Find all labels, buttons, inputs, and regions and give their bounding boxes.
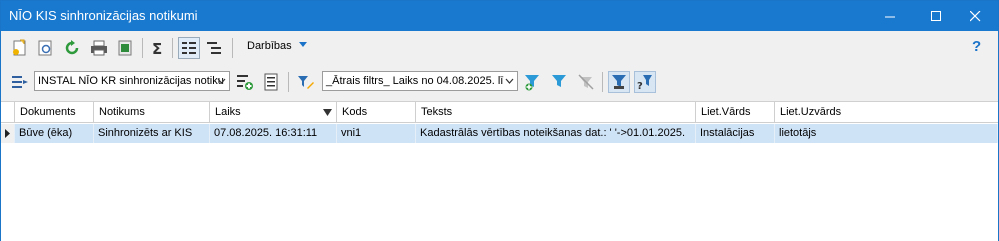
events-grid: Dokuments Notikums Laiks Kods Teksts Lie… xyxy=(1,101,998,241)
minimize-button[interactable] xyxy=(867,1,913,31)
add-view-button[interactable] xyxy=(235,72,255,92)
cell-notikums[interactable]: Sinhronizēts ar KIS xyxy=(94,124,210,143)
view-select[interactable]: INSTAL NĪO KR sinhronizācijas notiku xyxy=(34,71,230,91)
apply-filter-button[interactable] xyxy=(550,72,570,92)
main-toolbar: Σ Darbības ? xyxy=(1,32,998,64)
column-header-liet-vards[interactable]: Liet.Vārds xyxy=(696,102,775,123)
column-header-dokuments[interactable]: Dokuments xyxy=(15,102,94,123)
view-list-icon xyxy=(12,76,28,88)
user-filter-icon xyxy=(612,75,626,89)
close-button[interactable] xyxy=(952,1,998,31)
preview-button[interactable] xyxy=(36,38,56,58)
close-icon xyxy=(969,10,980,21)
svg-text:Σ: Σ xyxy=(152,40,162,57)
cell-teksts[interactable]: Kadastrālās vērtības noteikšanas dat.: '… xyxy=(416,124,696,143)
minimize-icon xyxy=(884,16,895,17)
new-doc-button[interactable] xyxy=(10,38,30,58)
filter-clear-icon xyxy=(578,74,594,90)
new-doc-icon xyxy=(13,39,26,56)
toolbar-separator xyxy=(142,38,143,58)
view-select-value: INSTAL NĪO KR sinhronizācijas notiku xyxy=(38,75,224,87)
clear-filter-button[interactable] xyxy=(576,72,596,92)
filter-question-icon: ? xyxy=(637,75,652,90)
column-header-kods[interactable]: Kods xyxy=(337,102,416,123)
tree-view-button[interactable] xyxy=(204,38,224,58)
actions-menu-label: Darbības xyxy=(247,40,292,52)
cell-liet-uzvards[interactable]: lietotājs xyxy=(775,124,998,143)
filter-edit-button[interactable] xyxy=(296,72,316,92)
actions-menu[interactable]: Darbības xyxy=(247,40,308,52)
add-list-icon xyxy=(237,75,253,90)
toolbar-separator xyxy=(172,38,173,58)
chevron-down-icon xyxy=(298,42,307,47)
filter-help-button[interactable]: ? xyxy=(634,71,656,93)
column-header-notikums[interactable]: Notikums xyxy=(94,102,210,123)
view-settings-button[interactable] xyxy=(10,72,30,92)
filter-add-icon xyxy=(525,75,539,91)
column-header-teksts[interactable]: Teksts xyxy=(416,102,696,123)
add-filter-button[interactable] xyxy=(523,72,543,92)
details-icon xyxy=(264,73,278,91)
column-header-laiks[interactable]: Laiks xyxy=(210,102,337,123)
chevron-down-icon xyxy=(502,72,516,90)
cell-laiks[interactable]: 07.08.2025. 16:31:11 xyxy=(210,124,337,143)
export-button[interactable] xyxy=(115,38,135,58)
view-details-button[interactable] xyxy=(261,72,281,92)
row-indicator-header xyxy=(1,102,15,123)
sum-icon: Σ xyxy=(152,40,162,57)
cell-liet-vards[interactable]: Instalācijas xyxy=(696,124,775,143)
refresh-button[interactable] xyxy=(62,38,82,58)
user-filter-button[interactable] xyxy=(608,71,630,93)
window-title: NĪO KIS sinhronizācijas notikumi xyxy=(9,8,198,23)
export-icon xyxy=(118,40,132,56)
current-row-icon xyxy=(5,129,10,138)
cell-dokuments[interactable]: Būve (ēka) xyxy=(15,124,94,143)
svg-text:?: ? xyxy=(637,81,643,90)
filter-toolbar: INSTAL NĪO KR sinhronizācijas notiku _Āt… xyxy=(1,65,998,99)
refresh-icon xyxy=(65,40,79,55)
row-indicator xyxy=(1,124,15,143)
filter-icon xyxy=(552,75,566,87)
filter-select-value: _Ātrais filtrs_ Laiks no 04.08.2025. lī xyxy=(326,75,504,87)
title-bar: NĪO KIS sinhronizācijas notikumi xyxy=(1,1,998,31)
maximize-icon xyxy=(930,10,941,21)
print-button[interactable] xyxy=(89,38,109,58)
filter-select[interactable]: _Ātrais filtrs_ Laiks no 04.08.2025. lī xyxy=(322,71,518,91)
preview-icon xyxy=(38,40,52,56)
print-icon xyxy=(91,40,107,56)
list-view-button[interactable] xyxy=(178,37,200,59)
chevron-down-icon xyxy=(214,72,228,90)
help-button[interactable]: ? xyxy=(972,38,981,55)
sort-desc-icon xyxy=(323,109,332,116)
toolbar-separator xyxy=(602,72,603,92)
tree-view-icon xyxy=(207,42,221,54)
table-row[interactable]: Būve (ēka) Sinhronizēts ar KIS 07.08.202… xyxy=(1,124,998,143)
toolbar-separator xyxy=(288,72,289,92)
sum-button[interactable]: Σ xyxy=(148,38,168,58)
list-view-icon xyxy=(182,42,196,54)
cell-kods[interactable]: vni1 xyxy=(337,124,416,143)
filter-edit-icon xyxy=(298,76,314,89)
toolbar-separator xyxy=(232,38,233,58)
app-window: NĪO KIS sinhronizācijas notikumi Σ Darbī… xyxy=(0,0,999,241)
column-header-laiks-label: Laiks xyxy=(215,106,241,118)
column-header-liet-uzvards[interactable]: Liet.Uzvārds xyxy=(775,102,998,123)
